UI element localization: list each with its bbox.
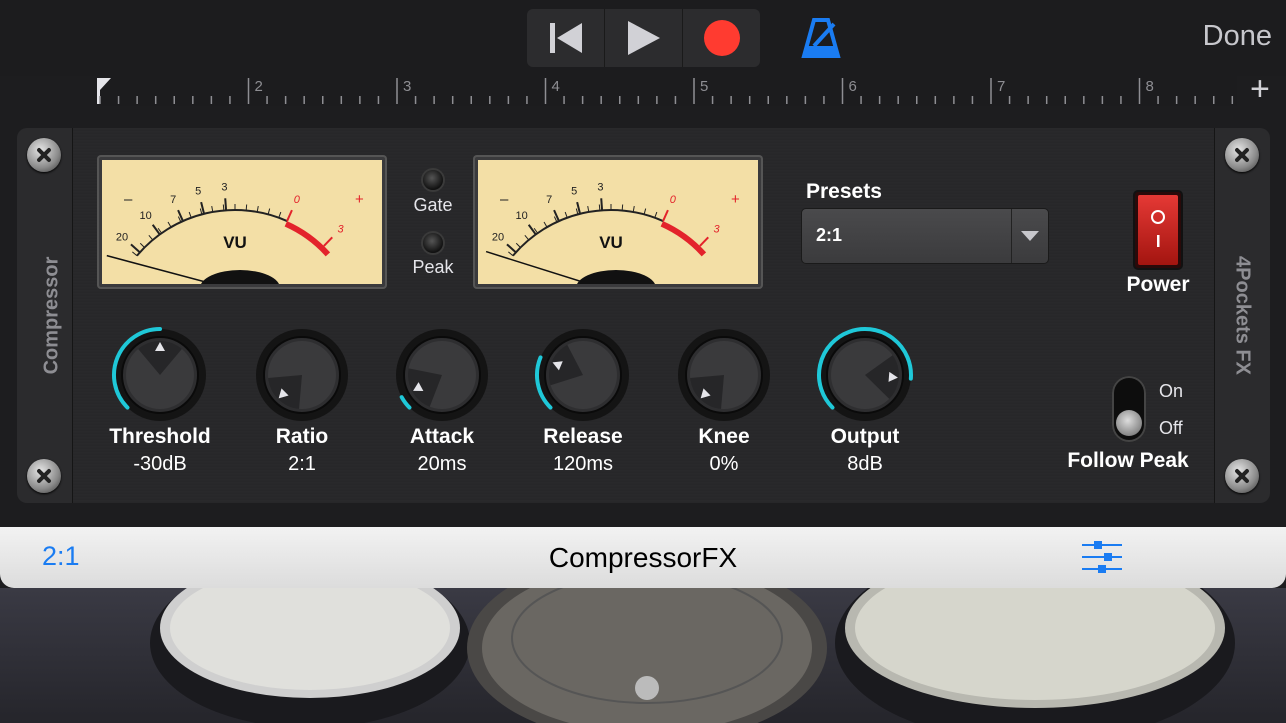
gate-label: Gate [413, 195, 453, 215]
ruler-bar-number: 6 [849, 78, 857, 95]
knob-threshold[interactable] [110, 325, 210, 425]
knob-knee[interactable] [674, 325, 774, 425]
vu-scale-label: 20 [116, 231, 128, 243]
play-button[interactable] [605, 9, 683, 67]
toggle-off-label: Off [1159, 418, 1183, 438]
vu-sign-label: – [124, 191, 133, 208]
ruler-bar-number: 2 [255, 78, 263, 95]
add-track-button[interactable]: + [1250, 72, 1270, 106]
vu-scale-label: 20 [492, 231, 504, 243]
done-button[interactable]: Done [1203, 20, 1272, 53]
presets-label: Presets [806, 180, 882, 203]
preset-value: 2:1 [816, 225, 843, 245]
vu-scale-label: 7 [546, 194, 552, 206]
screw-icon [27, 459, 61, 493]
knob-value: 2:1 [288, 453, 316, 475]
vu-scale-label: 10 [140, 210, 152, 222]
svg-text:VU: VU [599, 233, 623, 252]
top-toolbar: Done [0, 0, 1286, 76]
vu-meter-face: 20 10 7 5 3 0 3 – + VU [478, 160, 758, 284]
vu-scale-label: 3 [714, 224, 721, 236]
knob-ratio[interactable] [252, 325, 352, 425]
follow-peak-toggle[interactable] [1112, 376, 1146, 442]
knob-label: Ratio [275, 425, 329, 448]
vu-meter-face: 20 10 7 5 3 0 3 – + VU [102, 160, 382, 284]
ruler-bar-number: 7 [997, 78, 1005, 95]
screw-icon [27, 138, 61, 172]
screw-icon [1225, 459, 1259, 493]
vu-meter-input: 20 10 7 5 3 0 3 – + VU [97, 155, 387, 289]
vu-scale-label: 10 [516, 210, 528, 222]
knob-value: 120ms [552, 453, 614, 475]
metronome-icon [801, 18, 841, 58]
sliders-icon[interactable] [1082, 540, 1122, 579]
knob-label: Knee [698, 425, 750, 448]
chevron-down-icon [1011, 209, 1048, 263]
vu-sign-label: + [731, 191, 740, 208]
toggle-on-label: On [1159, 381, 1184, 401]
drum-kit-background [0, 588, 1286, 723]
knob-label: Release [543, 425, 623, 448]
toggle-knob [1116, 410, 1142, 436]
play-icon [627, 21, 660, 55]
vu-scale-label: 0 [670, 194, 677, 206]
metronome-button[interactable] [800, 16, 844, 60]
knob-label: Attack [409, 425, 475, 448]
preset-dropdown[interactable]: 2:1 [801, 208, 1049, 264]
knob-output[interactable] [815, 325, 915, 425]
knob-attack[interactable] [392, 325, 492, 425]
power-label: Power [1126, 273, 1190, 296]
gate-led [423, 170, 443, 190]
vu-meter-output: 20 10 7 5 3 0 3 – + VU [473, 155, 763, 289]
plugin-name-label: Compressor [40, 256, 63, 375]
vu-scale-label: 7 [170, 194, 176, 206]
knob-release[interactable] [533, 325, 633, 425]
knob-value: 0% [709, 453, 739, 475]
screw-icon [1225, 138, 1259, 172]
knob-value: 8dB [847, 453, 883, 475]
vendor-name-label: 4Pockets FX [1231, 256, 1254, 375]
transport-controls [527, 9, 760, 67]
plugin-title-bar: 2:1 CompressorFX [0, 527, 1286, 588]
vu-sign-label: + [355, 191, 364, 208]
vu-sign-label: – [500, 191, 509, 208]
record-button[interactable] [683, 9, 760, 67]
knob-label: Threshold [109, 425, 211, 448]
vu-scale-label: 3 [221, 181, 227, 193]
ruler-bar-number: 8 [1146, 78, 1154, 95]
knob-label: Output [830, 425, 900, 448]
ruler-bar-number: 3 [403, 78, 411, 95]
ruler-bar-number: 4 [552, 78, 560, 95]
peak-label: Peak [412, 257, 454, 277]
timeline-ruler[interactable]: 2 3 4 5 6 7 8 [97, 76, 1237, 106]
power-switch[interactable] [1135, 192, 1181, 268]
svg-text:VU: VU [223, 233, 247, 252]
knob-value: -30dB [133, 453, 187, 475]
vu-scale-label: 0 [294, 194, 301, 206]
skip-back-icon [549, 23, 582, 53]
power-icon [1138, 195, 1178, 265]
record-icon [703, 20, 740, 56]
knob-value: 20ms [417, 453, 467, 475]
vu-scale-label: 5 [195, 186, 201, 198]
ruler-bar-number: 5 [700, 78, 708, 95]
follow-peak-label: Follow Peak [1067, 449, 1189, 472]
vu-scale-label: 5 [571, 186, 577, 198]
vu-scale-label: 3 [597, 181, 603, 193]
vu-scale-label: 3 [338, 224, 345, 236]
rewind-button[interactable] [527, 9, 605, 67]
peak-led [423, 233, 443, 253]
